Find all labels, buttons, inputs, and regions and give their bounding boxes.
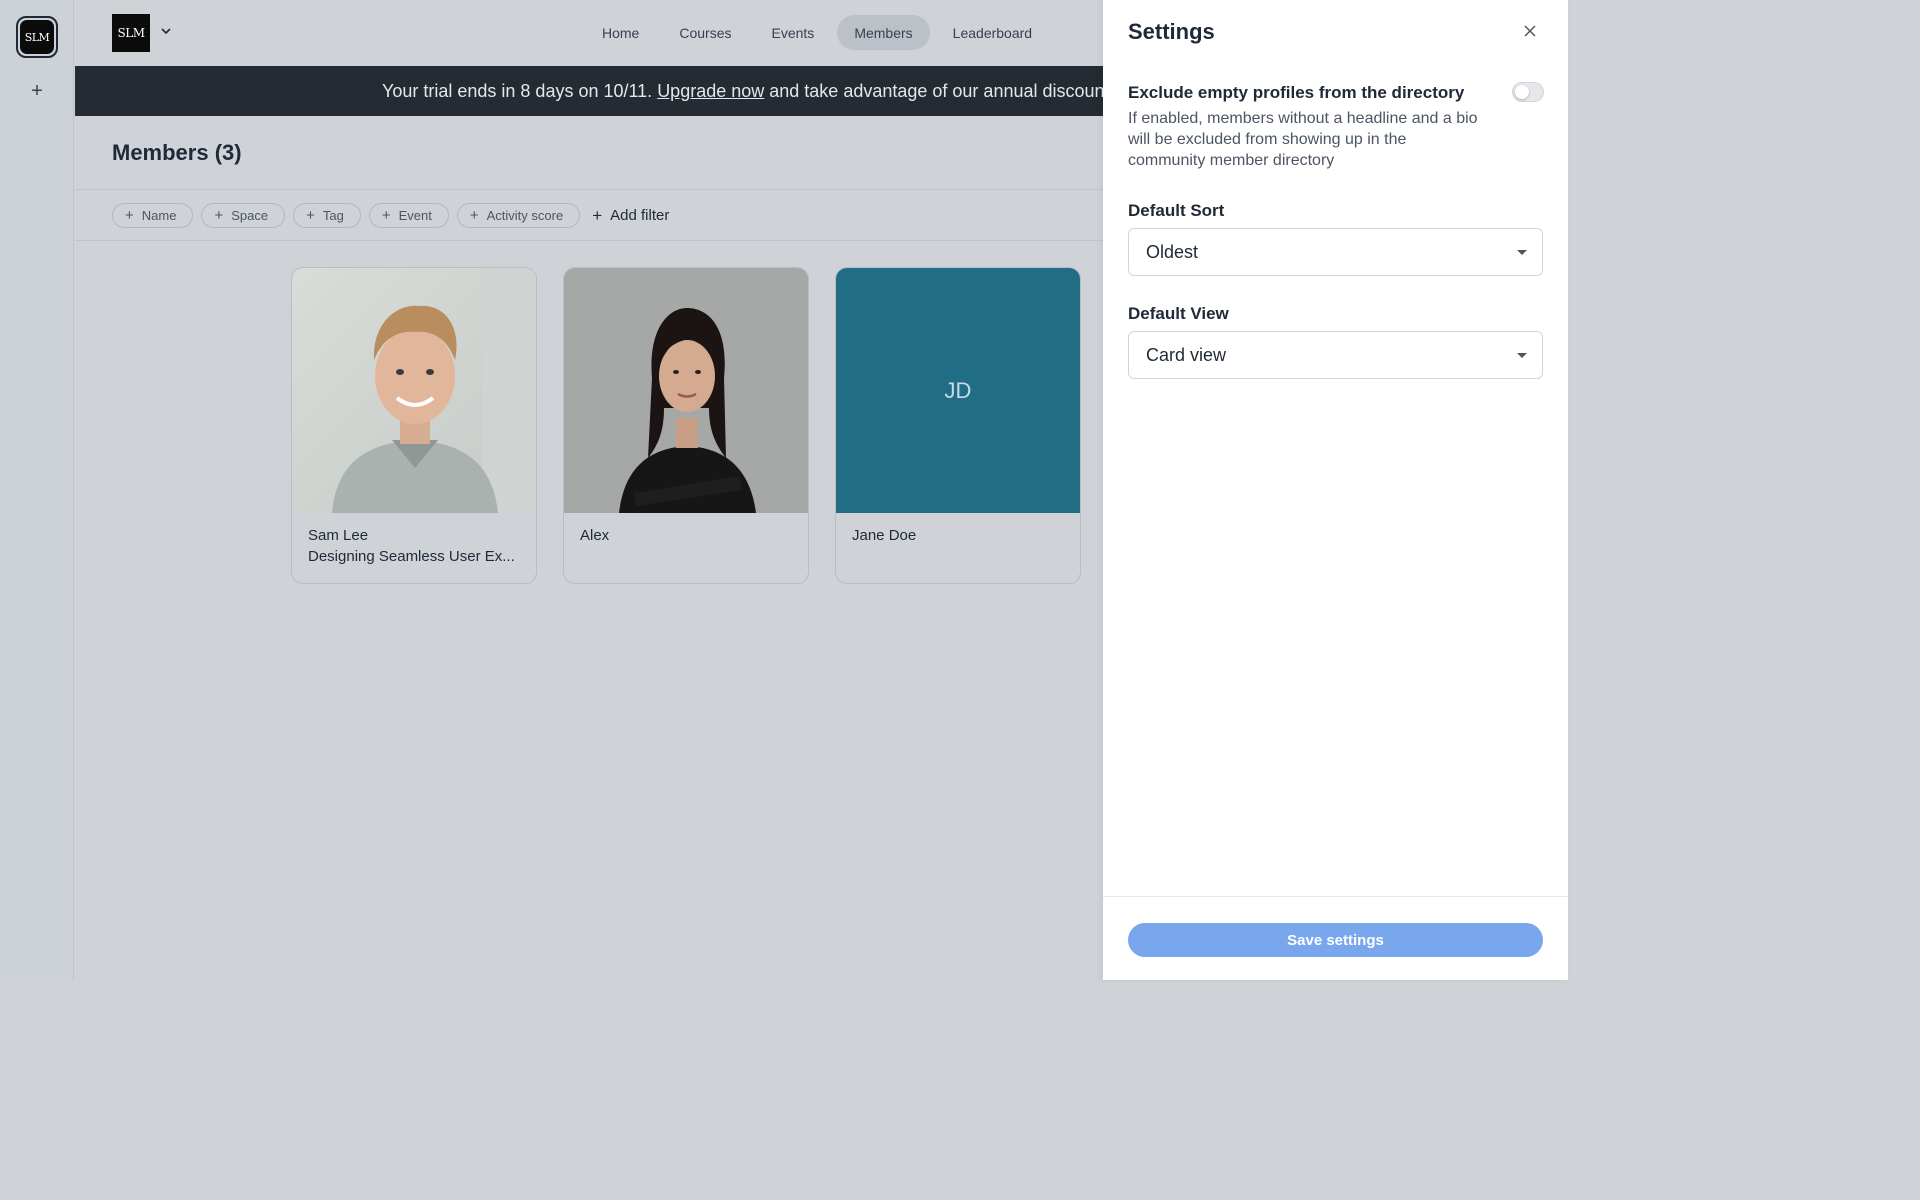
default-sort-label: Default Sort [1128, 201, 1225, 220]
member-name: Jane Doe [852, 527, 917, 544]
plus-icon: + [592, 206, 603, 225]
filter-chip-label: Event [398, 208, 432, 223]
nav-leaderboard[interactable]: Leaderboard [936, 15, 1049, 50]
plus-icon: + [31, 79, 43, 102]
default-view-value: Card view [1146, 344, 1227, 365]
community-switcher-logo[interactable]: SLM [16, 16, 58, 58]
nav-courses[interactable]: Courses [662, 15, 748, 50]
trial-banner-prefix: Your trial ends in 8 days on 10/11. [382, 80, 653, 101]
plus-icon: + [306, 207, 315, 224]
member-card[interactable]: JD Jane Doe [835, 267, 1081, 584]
filter-chip-event[interactable]: + Event [368, 203, 449, 228]
filter-bar: + Name + Space + Tag + Event + Activity score… [112, 203, 669, 228]
member-headline: Designing Seamless User Ex... [308, 548, 515, 565]
filter-chip-tag[interactable]: + Tag [293, 203, 361, 228]
save-settings-button[interactable]: Save settings [1128, 923, 1543, 957]
plus-icon: + [214, 207, 224, 224]
upgrade-now-link[interactable]: Upgrade now [657, 81, 764, 102]
member-card[interactable]: Alex [563, 267, 809, 584]
exclude-empty-profiles-description: If enabled, members without a headline a… [1128, 110, 1478, 169]
toggle-knob [1515, 85, 1529, 99]
plus-icon: + [381, 207, 391, 224]
member-name: Alex [580, 527, 610, 544]
add-filter-button[interactable]: + Add filter [592, 207, 669, 224]
brand-logo[interactable]: SLM [112, 14, 150, 52]
filter-chip-activity-score[interactable]: + Activity score [456, 203, 581, 228]
trial-banner-suffix: and take advantage of our annual discoun… [769, 80, 1119, 101]
member-name: Sam Lee [308, 527, 369, 544]
add-community-button[interactable]: + [26, 80, 48, 102]
caret-down-icon [1517, 352, 1527, 358]
community-logo-text: SLM [20, 20, 54, 54]
filter-chip-space[interactable]: + Space [201, 203, 286, 228]
member-card-grid: Sam Lee Designing Seamless User Ex... Al… [291, 267, 1081, 584]
add-filter-label: Add filter [610, 207, 670, 224]
exclude-empty-profiles-toggle[interactable] [1512, 82, 1544, 102]
chevron-down-icon[interactable] [159, 24, 173, 38]
member-photo [564, 268, 808, 513]
page-title: Members (3) [112, 140, 242, 165]
filter-chip-name[interactable]: + Name [112, 203, 194, 228]
default-view-label: Default View [1128, 304, 1229, 323]
nav-events[interactable]: Events [755, 15, 832, 50]
settings-title: Settings [1128, 19, 1215, 44]
filter-chip-label: Activity score [486, 208, 564, 223]
plus-icon: + [125, 207, 134, 224]
close-icon[interactable] [1521, 22, 1539, 40]
main-nav: Home Courses Events Members Leaderboard [585, 15, 1049, 50]
left-rail: SLM + [0, 0, 74, 980]
exclude-empty-profiles-label: Exclude empty profiles from the director… [1128, 83, 1465, 102]
member-photo [292, 268, 536, 513]
settings-panel: Settings Exclude empty profiles from the… [1103, 0, 1568, 980]
filter-chip-label: Space [231, 208, 269, 223]
filter-chip-label: Tag [322, 208, 344, 223]
member-avatar-initials: JD [836, 268, 1080, 513]
member-card[interactable]: Sam Lee Designing Seamless User Ex... [291, 267, 537, 584]
nav-members[interactable]: Members [837, 15, 930, 50]
default-sort-select[interactable]: Oldest [1128, 228, 1543, 276]
settings-footer: Save settings [1103, 896, 1568, 980]
default-view-select[interactable]: Card view [1128, 331, 1543, 379]
filter-chip-label: Name [141, 208, 177, 223]
nav-home[interactable]: Home [585, 15, 656, 50]
plus-icon: + [469, 207, 479, 224]
caret-down-icon [1517, 249, 1527, 255]
default-sort-value: Oldest [1146, 241, 1199, 262]
